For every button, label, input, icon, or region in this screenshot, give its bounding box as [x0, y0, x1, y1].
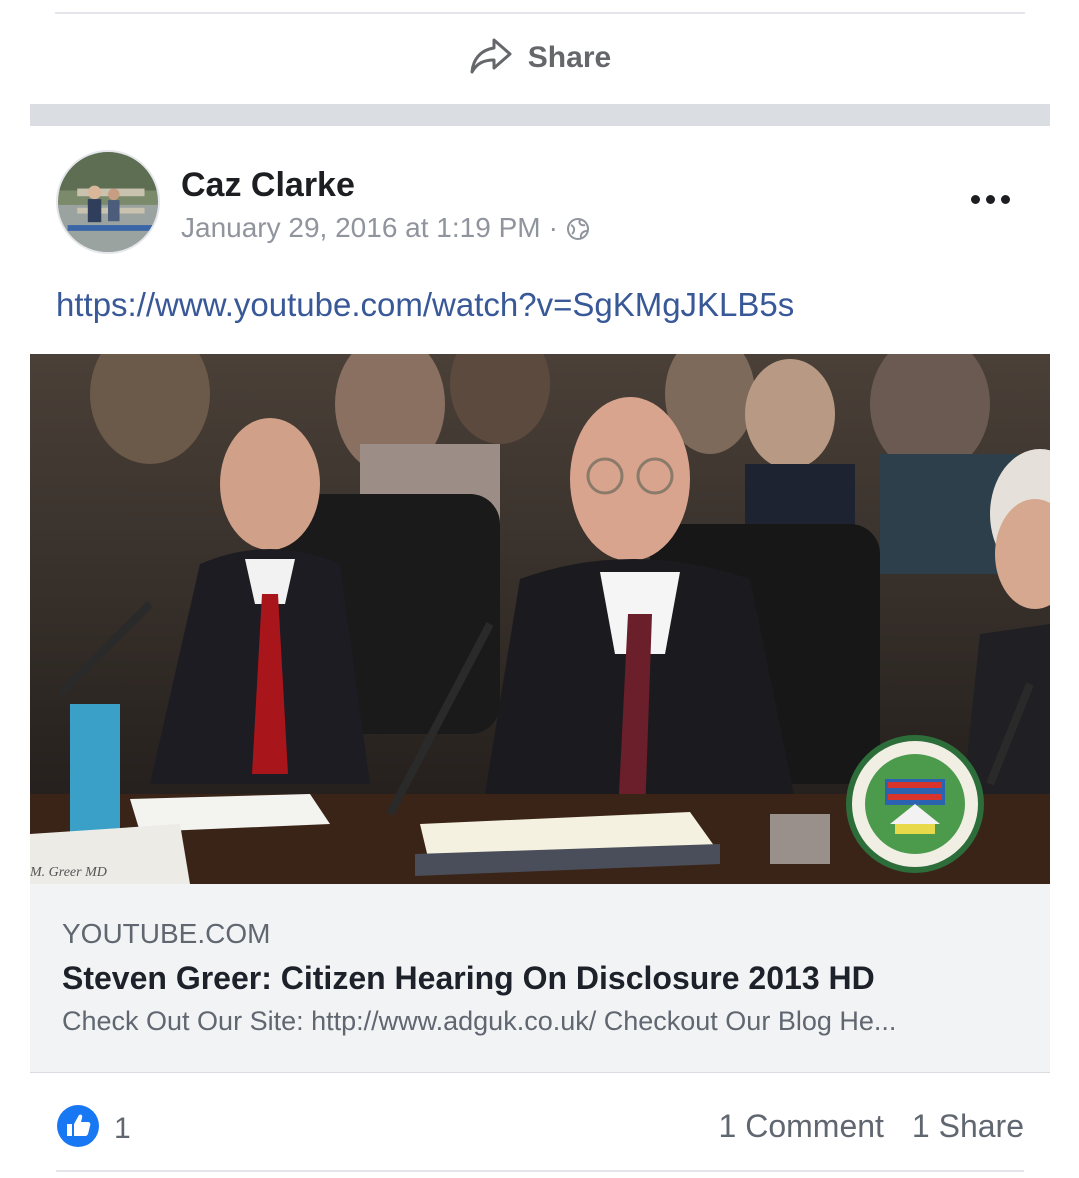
share-count[interactable]: 1 Share: [912, 1108, 1024, 1145]
author-name[interactable]: Caz Clarke: [181, 166, 355, 205]
link-title[interactable]: Steven Greer: Citizen Hearing On Disclos…: [62, 960, 875, 997]
meta-separator: ·: [548, 212, 558, 243]
link-preview[interactable]: YOUTUBE.COM Steven Greer: Citizen Hearin…: [30, 884, 1050, 1073]
like-count: 1: [114, 1111, 131, 1145]
nameplate-text: M. Greer MD: [30, 865, 107, 880]
link-domain: YOUTUBE.COM: [62, 918, 271, 949]
citizen-hearing-seal: [846, 735, 984, 873]
video-thumbnail[interactable]: M. Greer MD: [30, 354, 1050, 884]
engagement-counts: 1 Comment 1 Share: [719, 1104, 1024, 1148]
share-label: Share: [527, 41, 612, 74]
top-divider: [55, 12, 1025, 14]
avatar[interactable]: [56, 150, 160, 254]
thumbs-up-icon: [56, 1104, 100, 1153]
share-arrow-icon: [468, 36, 514, 81]
link-description: Check Out Our Site: http://www.adguk.co.…: [62, 1006, 897, 1036]
post-card: Caz Clarke January 29, 2016 at 1:19 PM ·…: [30, 126, 1050, 1178]
post-timestamp[interactable]: January 29, 2016 at 1:19 PM: [181, 212, 541, 244]
post-link[interactable]: https://www.youtube.com/watch?v=SgKMgJKL…: [56, 286, 794, 324]
share-button[interactable]: Share: [0, 30, 1079, 86]
reaction-summary[interactable]: 1: [56, 1104, 131, 1153]
post-meta: January 29, 2016 at 1:19 PM ·: [181, 212, 590, 244]
bottom-divider: [56, 1170, 1024, 1172]
feed-separator: [30, 104, 1050, 126]
globe-icon: [566, 216, 590, 240]
comment-count[interactable]: 1 Comment: [719, 1108, 884, 1145]
more-options-icon[interactable]: [960, 184, 1020, 214]
